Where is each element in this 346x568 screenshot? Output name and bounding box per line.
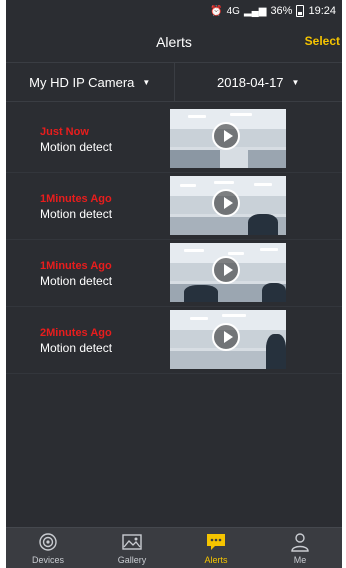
thumb-light (184, 249, 204, 252)
alert-item[interactable]: 2Minutes Ago Motion detect (6, 307, 342, 374)
thumb-chair (184, 285, 218, 302)
battery-icon (296, 5, 305, 17)
tab-devices[interactable]: Devices (6, 528, 90, 568)
image-icon (122, 534, 142, 550)
tab-label: Devices (31, 555, 64, 565)
tab-label: Me (293, 555, 307, 565)
alert-item[interactable]: Just Now Motion detect (6, 106, 342, 173)
tab-label: Gallery (117, 555, 147, 565)
camera-icon (39, 533, 57, 551)
tab-gallery[interactable]: Gallery (90, 528, 174, 568)
select-button[interactable]: Select (305, 34, 340, 48)
person-icon (291, 533, 309, 552)
alert-item[interactable]: 1Minutes Ago Motion detect (6, 173, 342, 240)
alert-list: Just Now Motion detect 1Minutes Ago Moti… (6, 102, 342, 374)
alert-thumbnail[interactable] (170, 109, 286, 168)
play-icon[interactable] (212, 323, 240, 351)
battery-percent: 36% (270, 5, 293, 17)
play-icon[interactable] (212, 122, 240, 150)
thumb-light (228, 252, 244, 255)
alert-time: 1Minutes Ago (40, 260, 112, 272)
date-dropdown[interactable]: 2018-04-17 ▼ (173, 63, 343, 101)
thumb-desk (170, 150, 220, 168)
camera-dropdown[interactable]: My HD IP Camera ▼ (6, 63, 174, 101)
app-header: Alerts Select (6, 22, 342, 62)
phone-screen: ⏰ 4G ▂▄▆ 36% 19:24 Alerts Select My HD I… (6, 0, 342, 568)
alert-event: Motion detect (40, 140, 113, 154)
alert-time: 1Minutes Ago (40, 193, 112, 205)
tab-label: Alerts (204, 555, 228, 565)
signal-icon: ▂▄▆ (243, 5, 267, 17)
thumb-light (190, 317, 208, 320)
message-icon (207, 534, 225, 550)
play-icon[interactable] (212, 189, 240, 217)
alert-thumbnail[interactable] (170, 243, 286, 302)
bottom-tab-bar: Devices Gallery Alerts Me (6, 527, 342, 568)
alert-thumbnail[interactable] (170, 310, 286, 369)
network-label: 4G (226, 5, 240, 17)
page-title: Alerts (156, 34, 192, 50)
thumb-light (214, 181, 234, 184)
alarm-icon: ⏰ (210, 5, 223, 17)
tab-me[interactable]: Me (258, 528, 342, 568)
caret-down-icon: ▼ (142, 77, 151, 87)
alert-item[interactable]: 1Minutes Ago Motion detect (6, 240, 342, 307)
thumb-person (266, 334, 286, 369)
alert-event: Motion detect (40, 341, 113, 355)
caret-down-icon: ▼ (291, 77, 300, 87)
alert-time: 2Minutes Ago (40, 327, 112, 339)
alert-time: Just Now (40, 126, 89, 138)
alert-event: Motion detect (40, 274, 113, 288)
status-bar: ⏰ 4G ▂▄▆ 36% 19:24 (6, 0, 342, 22)
date-value: 2018-04-17 (217, 74, 284, 90)
filter-bar: My HD IP Camera ▼ 2018-04-17 ▼ (6, 62, 342, 102)
alert-thumbnail[interactable] (170, 176, 286, 235)
play-icon[interactable] (212, 256, 240, 284)
thumb-desk (248, 150, 286, 168)
camera-name: My HD IP Camera (29, 74, 135, 90)
thumb-light (260, 248, 278, 251)
thumb-person (262, 283, 286, 302)
thumb-light (254, 183, 272, 186)
thumb-person (248, 214, 278, 235)
thumb-light (230, 113, 252, 116)
tab-alerts[interactable]: Alerts (174, 528, 258, 568)
thumb-light (180, 184, 196, 187)
clock: 19:24 (308, 5, 336, 17)
alert-event: Motion detect (40, 207, 113, 221)
thumb-light (222, 314, 246, 317)
thumb-light (188, 115, 206, 118)
